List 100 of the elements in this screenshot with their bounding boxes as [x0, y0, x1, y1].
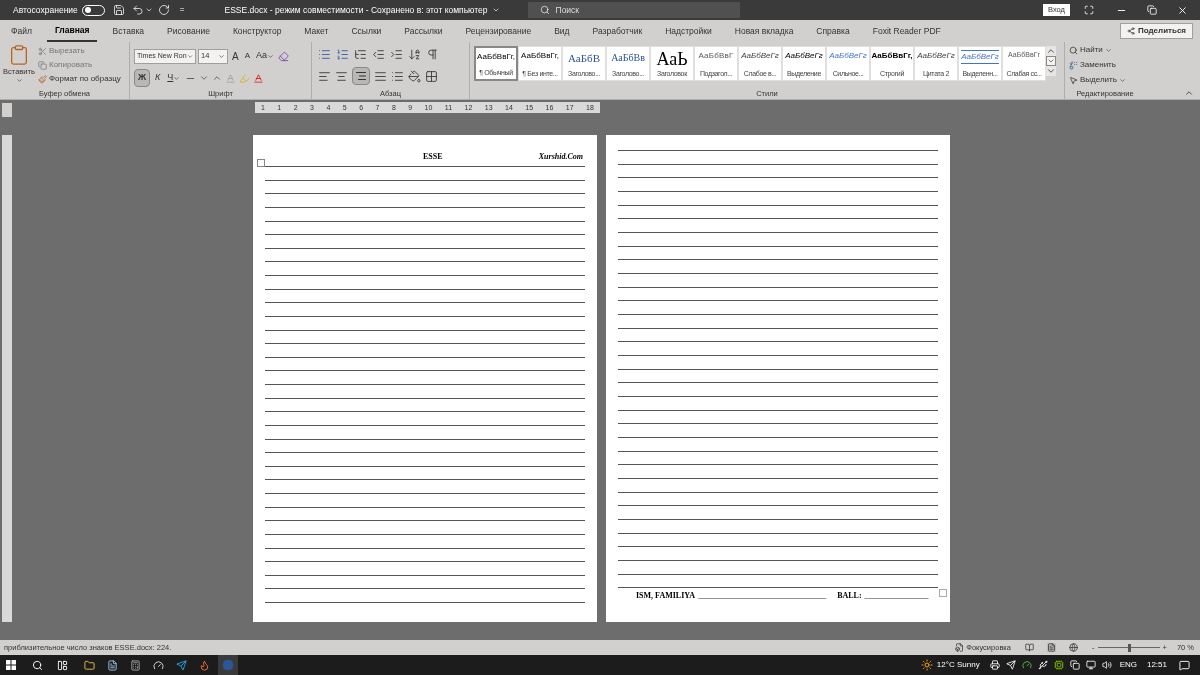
display-icon[interactable] [1069, 660, 1080, 670]
language-indicator[interactable]: ENG [1119, 659, 1137, 671]
ribbon-tab[interactable]: Макет [296, 20, 337, 42]
clock[interactable]: 12:51 [1146, 659, 1167, 671]
telegram-icon[interactable] [176, 659, 187, 671]
firefox-icon[interactable] [199, 659, 210, 671]
ribbon-tab[interactable]: Вид [546, 20, 578, 42]
decrease-indent-icon[interactable] [372, 48, 385, 61]
collapse-ribbon-icon[interactable] [1184, 88, 1194, 98]
web-layout-icon[interactable] [1069, 643, 1078, 652]
search-icon [1069, 45, 1078, 55]
share-icon [1127, 27, 1135, 35]
shrink-font-button[interactable]: A [242, 47, 252, 65]
ribbon-tab[interactable]: Файл [3, 20, 40, 42]
borders-icon[interactable] [425, 69, 438, 83]
font-color-icon[interactable] [253, 72, 265, 84]
shading-icon[interactable] [408, 69, 421, 83]
folder-icon[interactable] [84, 659, 95, 671]
gpu-icon[interactable] [1053, 660, 1064, 670]
gallery-down-icon[interactable] [1046, 56, 1056, 66]
printer-icon[interactable] [989, 660, 1000, 670]
find-button[interactable]: Найти [1069, 44, 1126, 56]
notifications-icon[interactable] [1179, 659, 1190, 671]
increase-indent-icon[interactable] [390, 48, 403, 61]
ruler-corner [2, 103, 12, 117]
notepad-icon[interactable] [107, 659, 118, 671]
gauge-icon[interactable] [1021, 660, 1032, 670]
search-icon [539, 5, 550, 15]
ribbon-tab[interactable]: Foxit Reader PDF [864, 20, 949, 42]
numbering-icon[interactable] [336, 48, 349, 61]
justify-icon[interactable] [374, 69, 387, 83]
score-label: BALL: [837, 590, 862, 602]
caret-icon [1118, 76, 1126, 84]
align-right-icon [355, 70, 367, 82]
align-left-icon[interactable] [318, 69, 331, 83]
share-button[interactable]: Поделиться [1120, 23, 1193, 39]
caret-icon [1104, 46, 1112, 54]
replace-button[interactable]: Заменить [1069, 59, 1126, 71]
italic-button[interactable]: К [153, 69, 163, 87]
pilcrow-icon[interactable] [426, 48, 439, 61]
sort-icon[interactable] [408, 48, 421, 61]
cursor-icon [1069, 75, 1078, 85]
caret-icon[interactable] [491, 6, 500, 14]
close-icon[interactable] [1177, 4, 1188, 16]
gallery-more-icon[interactable] [1046, 66, 1056, 76]
calculator-icon[interactable] [130, 659, 141, 671]
ribbon-tab[interactable]: Рассылки [396, 20, 451, 42]
clipboard-icon [8, 44, 30, 66]
save-icon[interactable] [112, 4, 125, 16]
ribbon-tab[interactable]: Разработчик [584, 20, 651, 42]
select-button[interactable]: Выделить [1069, 74, 1126, 86]
caret-icon[interactable] [144, 6, 153, 14]
restore-icon[interactable] [1147, 5, 1157, 15]
ribbon-tab[interactable]: Конструктор [224, 20, 290, 42]
caret-icon [218, 52, 225, 60]
caret-icon [186, 52, 193, 60]
undo-icon[interactable] [131, 4, 144, 16]
gauge-icon[interactable] [153, 659, 164, 671]
redo-icon[interactable] [157, 4, 170, 16]
ribbon-tab[interactable]: Надстройки [657, 20, 720, 42]
gallery-up-icon[interactable] [1046, 46, 1056, 56]
fill-in-line: ________________________________ [698, 590, 827, 602]
fill-in-line: ________________ [864, 590, 929, 602]
ribbon-tab[interactable]: Рецензирование [457, 20, 540, 42]
ribbon-display-icon[interactable] [1084, 5, 1094, 15]
paintbrush-icon [38, 74, 47, 84]
table-handle[interactable] [257, 159, 265, 167]
table-resize-handle[interactable] [939, 589, 947, 597]
bold-button[interactable]: Ж [134, 69, 150, 87]
print-layout-icon[interactable] [1047, 643, 1056, 652]
read-mode-icon[interactable] [1025, 643, 1034, 652]
weather-icon[interactable] [920, 659, 933, 671]
usb-icon[interactable] [1037, 660, 1048, 670]
bullets-icon[interactable] [318, 48, 331, 61]
volume-icon[interactable] [1101, 660, 1112, 670]
caret-icon [173, 74, 181, 82]
search-icon[interactable] [32, 659, 43, 671]
zoom-slider[interactable] [1097, 643, 1160, 652]
copy-icon [38, 60, 47, 70]
grow-font-button[interactable]: A [230, 47, 241, 65]
task-view-icon[interactable] [57, 659, 68, 671]
windows-logo-icon[interactable] [6, 660, 16, 670]
multilevel-list-icon[interactable] [354, 48, 367, 61]
ribbon-tab[interactable]: Новая вкладка [726, 20, 802, 42]
search-field[interactable]: Поиск [527, 2, 740, 18]
window-title: ESSE.docx - режим совместимости - Сохранено в: этот компьютер [224, 3, 488, 17]
autosave-label: Автосохранение [13, 3, 78, 17]
ribbon-tab[interactable]: Ссылки [343, 20, 390, 42]
customize-button[interactable]: = [179, 4, 185, 16]
header-title: ESSE [423, 151, 443, 163]
underline-button[interactable]: Ч [165, 69, 183, 87]
align-right-button[interactable] [352, 67, 370, 85]
ribbon-tab[interactable]: Рисование [159, 20, 218, 42]
ribbon-tab[interactable]: Вставка [104, 20, 153, 42]
ribbon-tab[interactable]: Справка [808, 20, 858, 42]
format-painter-button[interactable]: Формат по образцу [38, 73, 121, 85]
clear-formatting-icon[interactable] [278, 50, 290, 62]
align-center-icon[interactable] [335, 69, 348, 83]
weather-text[interactable]: 12°C Sunny [936, 659, 980, 671]
change-case-button[interactable]: Aa [254, 47, 277, 65]
